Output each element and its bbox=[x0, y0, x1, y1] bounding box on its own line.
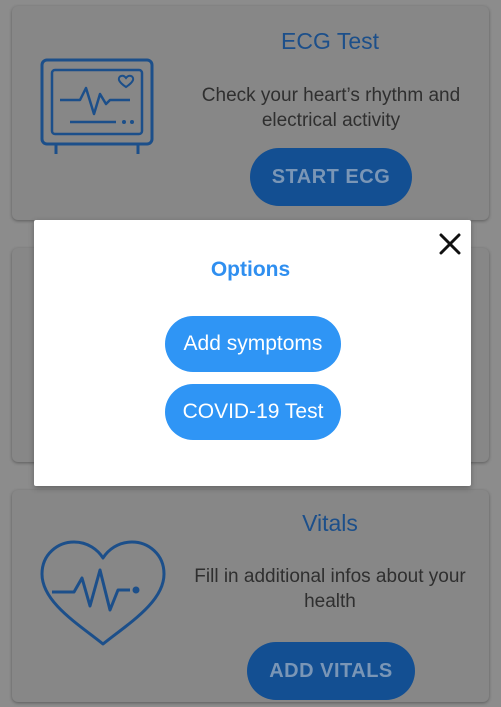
close-button[interactable] bbox=[434, 228, 466, 260]
add-symptoms-button[interactable]: Add symptoms bbox=[165, 316, 341, 372]
modal-title: Options bbox=[210, 258, 291, 281]
covid-19-test-button[interactable]: COVID-19 Test bbox=[165, 384, 341, 440]
close-icon bbox=[439, 233, 461, 255]
modal-overlay: Options Add symptoms COVID-19 Test bbox=[0, 0, 501, 707]
